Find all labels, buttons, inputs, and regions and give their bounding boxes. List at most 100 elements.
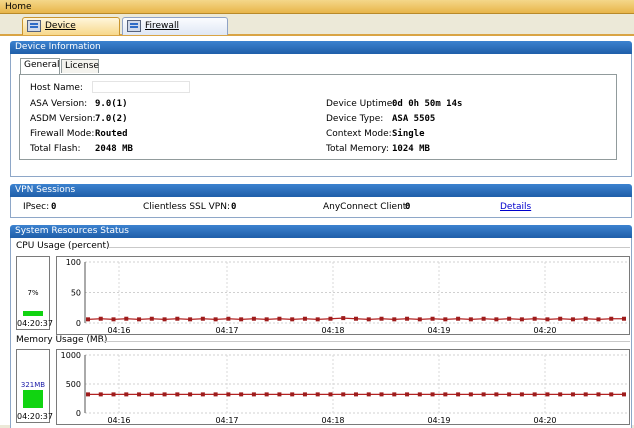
x-tick-label: 04:19 [427,326,450,334]
data-point [264,317,269,322]
x-tick-label: 04:16 [107,416,130,424]
data-point [137,392,142,397]
x-tick-label: 04:17 [215,326,238,334]
data-point [188,317,193,322]
host-name-field [92,81,190,93]
data-point [315,392,320,397]
home-title: Home [5,2,32,12]
data-point [443,392,448,397]
x-tick-label: 04:20 [533,326,556,334]
home-bar: Home [0,0,634,14]
vpn-details-link[interactable]: Details [500,202,531,212]
context-mode-label: Context Mode: [326,129,392,139]
data-point [149,316,154,321]
data-point [277,316,282,321]
clientless-ssl-label: Clientless SSL VPN: [143,202,230,212]
data-point [226,316,231,321]
cpu-usage-label: CPU Usage (percent) [16,241,110,251]
data-point [622,392,626,397]
cpu-current-gauge: 7% 04:20:37 [16,256,53,330]
data-point [302,392,307,397]
data-point [98,316,103,321]
device-dashboard-icon [27,20,41,32]
data-point [111,392,116,397]
data-point [596,317,601,322]
data-point [519,392,524,397]
data-point [366,317,371,322]
data-point [86,392,90,397]
data-point [137,317,142,322]
data-point [405,316,410,321]
data-point [213,392,218,397]
device-uptime-label: Device Uptime: [326,99,396,109]
data-point [507,316,512,321]
asa-version-label: ASA Version: [30,99,88,109]
data-point [443,317,448,322]
x-tick-label: 04:17 [215,416,238,424]
vpn-sessions-panel: IPsec: 0 Clientless SSL VPN: 0 AnyConnec… [10,197,632,218]
data-point [239,317,244,322]
memory-usage-label: Memory Usage (MB) [16,335,108,345]
data-point [175,316,180,321]
anyconnect-label: AnyConnect Client: [323,202,410,212]
data-point [456,316,461,321]
memory-current-time: 04:20:37 [17,412,53,421]
data-point [468,317,473,322]
data-point [162,317,167,322]
x-tick-label: 04:16 [107,326,130,334]
device-info-title: Device Information [10,41,632,54]
data-point [328,392,333,397]
asdm-version-label: ASDM Version: [30,114,96,124]
data-point [239,392,244,397]
data-point [277,392,282,397]
vpn-sessions-title: VPN Sessions [10,184,632,197]
data-point [545,392,550,397]
data-point [379,316,384,321]
device-type-value: ASA 5505 [392,114,436,124]
tab-device-dashboard[interactable]: Device Dashboard [22,17,120,47]
data-point [188,392,193,397]
data-point [200,316,205,321]
data-point [149,392,154,397]
cpu-current-value: 7% [27,289,39,297]
data-point [468,392,473,397]
data-point [507,392,512,397]
data-point [200,392,205,397]
data-point [98,392,103,397]
device-uptime-value: 0d 0h 50m 14s [392,99,463,109]
subtab-general[interactable]: General [20,58,60,74]
data-point [226,392,231,397]
data-point [570,317,575,322]
y-tick-label: 50 [71,289,81,298]
data-point [111,317,116,322]
data-point [519,317,524,322]
tab-firewall-dashboard[interactable]: Firewall Dashboard [122,17,228,47]
subtab-license[interactable]: License [61,59,99,73]
data-point [354,392,358,397]
data-point [558,392,563,397]
memory-current-bar [23,390,43,408]
data-point [622,316,626,321]
asa-version-value: 9.0(1) [95,99,128,109]
cpu-chart-svg: 0 50 100 04:16 04:17 04:18 04:19 04:20 [66,258,627,335]
y-tick-label: 1000 [61,351,81,360]
y-tick-label: 500 [66,380,81,389]
clientless-ssl-value: 0 [231,202,237,212]
ipsec-value: 0 [51,202,57,212]
cpu-current-time: 04:20:37 [17,319,53,328]
data-point [213,317,218,322]
data-point [124,316,129,321]
y-tick-label: 100 [66,258,81,267]
memory-current-value: 321MB [20,381,46,389]
data-point [290,392,295,397]
data-point [481,316,486,321]
dashboard-tabstrip: Device Dashboard Firewall Dashboard [0,14,634,47]
data-point [481,392,486,397]
firewall-mode-label: Firewall Mode: [30,129,95,139]
data-point [596,392,601,397]
data-point [392,392,397,397]
memory-current-gauge: 321MB 04:20:37 [16,349,53,423]
asdm-version-value: 7.0(2) [95,114,128,124]
data-point [405,392,410,397]
data-point [583,392,588,397]
